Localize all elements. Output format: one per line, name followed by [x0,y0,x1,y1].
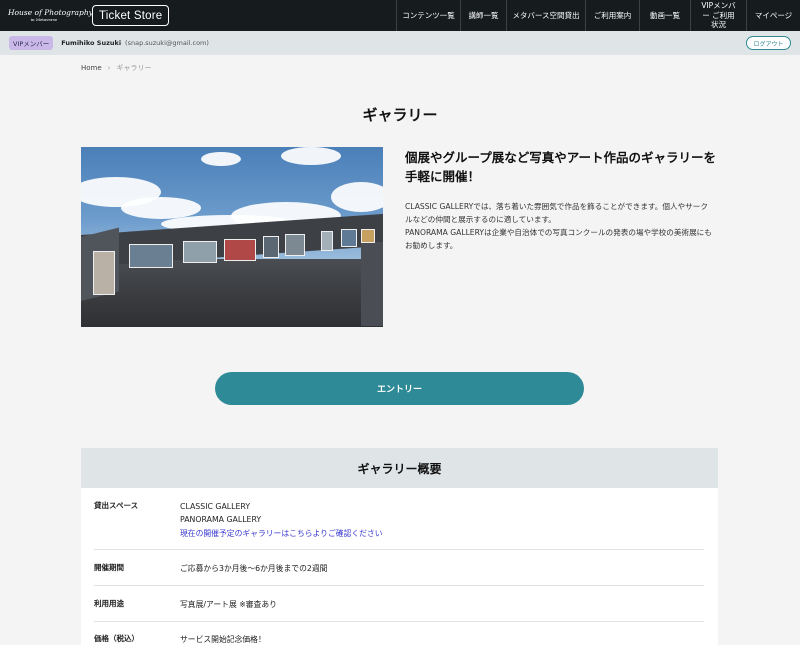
row-label: 利用用途 [94,599,124,608]
overview-row-usage: 利用用途 写真展/アート展 ※審査あり [94,598,704,622]
house-of-photography-logo[interactable]: House of Photography in Metaverse [8,8,93,22]
nav-guide[interactable]: ご利用案内 [585,0,639,31]
row-label: 開催期間 [94,563,124,572]
brand: House of Photography in Metaverse Ticket… [0,0,390,31]
main-nav: コンテンツ一覧 講師一覧 メタバース空間貸出 ご利用案内 動画一覧 VIPメンバ… [390,0,800,31]
chevron-right-icon: › [107,64,111,72]
vip-badge: VIPメンバー [9,36,54,50]
top-nav: House of Photography in Metaverse Ticket… [0,0,800,31]
row-label: 貸出スペース [94,501,139,510]
logout-button[interactable]: ログアウト [746,36,791,50]
gallery-overview: ギャラリー概要 貸出スペース CLASSIC GALLERY PANORAMA … [81,448,718,645]
row-value: サービス開始記念価格！ [180,635,266,644]
row-label: 価格（税込） [94,634,139,643]
breadcrumb-current: ギャラリー [116,64,152,72]
nav-instructors[interactable]: 講師一覧 [460,0,506,31]
desc-panorama: PANORAMA GALLERYは企業や自治体での写真コンクールの発表の場や学校… [405,227,712,250]
overview-row-price: 価格（税込） サービス開始記念価格！ [94,633,704,645]
breadcrumb-home[interactable]: Home [81,64,102,72]
user-bar: VIPメンバー Fumihiko Suzuki (snap.suzuki@gma… [0,31,800,55]
overview-heading: ギャラリー概要 [81,448,718,488]
ticket-store-logo[interactable]: Ticket Store [92,5,170,26]
page-title: ギャラリー [362,106,438,124]
row-value: 写真展/アート展 ※審査あり [180,600,277,609]
nav-videos[interactable]: 動画一覧 [639,0,690,31]
logo-line1: House of Photography [8,8,93,18]
gallery-description: CLASSIC GALLERYでは、落ち着いた雰囲気で作品を飾ることができます。… [405,201,715,253]
space-panorama: PANORAMA GALLERY [180,515,262,525]
schedule-link[interactable]: 現在の開催予定のギャラリーはこちらよりご確認ください [180,527,383,540]
tagline: 個展やグループ展など写真やアート作品のギャラリーを手軽に開催！ [405,150,717,185]
nav-mypage[interactable]: マイページ [746,0,800,31]
desc-classic: CLASSIC GALLERYでは、落ち着いた雰囲気で作品を飾ることができます。… [405,202,708,224]
overview-row-period: 開催期間 ご応募から3か月後〜6か月後までの2週間 [94,562,704,586]
nav-vip-usage[interactable]: VIPメンバー ご利用状況 [690,0,746,31]
overview-row-space: 貸出スペース CLASSIC GALLERY PANORAMA GALLERY … [94,500,704,550]
row-value: CLASSIC GALLERY PANORAMA GALLERY 現在の開催予定… [180,500,383,549]
user-email: (snap.suzuki@gmail.com) [125,39,209,47]
row-value: ご応募から3か月後〜6か月後までの2週間 [180,564,328,573]
user-name: Fumihiko Suzuki [61,39,122,47]
space-classic: CLASSIC GALLERY [180,502,251,511]
nav-contents[interactable]: コンテンツ一覧 [396,0,460,31]
gallery-hero-image [81,147,383,327]
breadcrumb: Home › ギャラリー [81,63,151,73]
entry-button[interactable]: エントリー [215,372,584,405]
logo-line2: in Metaverse [30,16,58,22]
nav-metaverse-rental[interactable]: メタバース空間貸出 [506,0,585,31]
